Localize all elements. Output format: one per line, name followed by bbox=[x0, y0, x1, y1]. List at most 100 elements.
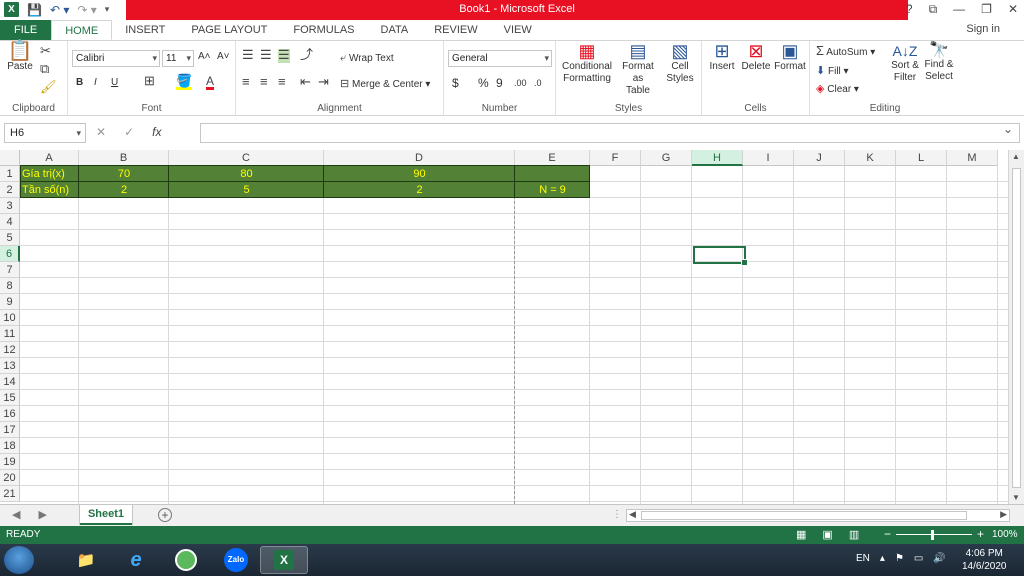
column-header-k[interactable]: K bbox=[845, 150, 896, 166]
row-header-20[interactable]: 20 bbox=[0, 470, 20, 486]
column-header-h[interactable]: H bbox=[692, 150, 743, 166]
underline-button[interactable]: U bbox=[111, 77, 118, 89]
grow-font-button[interactable]: A˄ bbox=[198, 51, 211, 63]
column-header-l[interactable]: L bbox=[896, 150, 947, 166]
scroll-left-icon[interactable]: ◀ bbox=[629, 509, 636, 520]
scroll-right-icon[interactable]: ▶ bbox=[1000, 509, 1007, 520]
taskbar-clock[interactable]: 4:06 PM 14/6/2020 bbox=[962, 547, 1007, 573]
row-header-19[interactable]: 19 bbox=[0, 454, 20, 470]
align-left-icon[interactable]: ≡ bbox=[242, 75, 250, 90]
zoom-knob[interactable] bbox=[931, 530, 934, 540]
column-header-f[interactable]: F bbox=[590, 150, 641, 166]
increase-decimal-button[interactable]: .00 bbox=[514, 77, 527, 89]
insert-function-button[interactable]: fx bbox=[152, 125, 161, 139]
format-as-table-button[interactable]: ▤ Format as Table bbox=[616, 42, 660, 97]
autosum-button[interactable]: Σ AutoSum ▾ bbox=[816, 44, 875, 59]
cell-e2[interactable]: N = 9 bbox=[517, 182, 588, 198]
help-button[interactable]: ? bbox=[906, 2, 913, 17]
row-header-9[interactable]: 9 bbox=[0, 294, 20, 310]
conditional-formatting-button[interactable]: ▦ Conditional Formatting bbox=[560, 42, 614, 85]
cell-d2[interactable]: 2 bbox=[326, 182, 513, 198]
row-header-15[interactable]: 15 bbox=[0, 390, 20, 406]
format-painter-icon[interactable]: 🖌 bbox=[40, 80, 57, 95]
scroll-up-icon[interactable]: ▲ bbox=[1012, 152, 1020, 161]
row-header-18[interactable]: 18 bbox=[0, 438, 20, 454]
action-center-flag-icon[interactable]: ⚑ bbox=[895, 553, 904, 564]
percent-button[interactable]: % bbox=[478, 77, 489, 89]
find-select-button[interactable]: 🔭 Find & Select bbox=[922, 43, 956, 83]
scroll-down-icon[interactable]: ▼ bbox=[1012, 493, 1020, 502]
vertical-scrollbar[interactable]: ▲ ▼ bbox=[1008, 150, 1024, 504]
column-header-m[interactable]: M bbox=[947, 150, 998, 166]
row-header-7[interactable]: 7 bbox=[0, 262, 20, 278]
bold-button[interactable]: B bbox=[76, 77, 83, 89]
format-cells-button[interactable]: ▣ Format bbox=[774, 42, 806, 73]
borders-icon[interactable]: ⊞ bbox=[144, 74, 155, 89]
orientation-icon[interactable]: ⤴ bbox=[300, 48, 313, 63]
font-name-select[interactable]: Calibri bbox=[72, 50, 160, 67]
cell-c1[interactable]: 80 bbox=[171, 166, 322, 182]
cancel-icon[interactable]: ✕ bbox=[96, 125, 106, 139]
row-header-16[interactable]: 16 bbox=[0, 406, 20, 422]
clear-button[interactable]: ◈ Clear ▾ bbox=[816, 83, 859, 96]
formula-input[interactable] bbox=[200, 122, 1020, 143]
volume-icon[interactable]: 🔊 bbox=[933, 553, 945, 564]
row-header-13[interactable]: 13 bbox=[0, 358, 20, 374]
row-header-21[interactable]: 21 bbox=[0, 486, 20, 502]
insert-cells-button[interactable]: ⊞ Insert bbox=[706, 42, 738, 73]
fill-color-icon[interactable]: 🪣 bbox=[176, 74, 193, 90]
font-color-icon[interactable]: A bbox=[206, 75, 215, 90]
row-header-3[interactable]: 3 bbox=[0, 198, 20, 214]
language-indicator[interactable]: EN bbox=[856, 553, 870, 564]
zalo-app-icon[interactable]: Zalo bbox=[212, 546, 260, 574]
restore-button[interactable]: ❐ bbox=[981, 2, 992, 17]
minimize-button[interactable]: — bbox=[953, 2, 965, 17]
wrap-text-button[interactable]: ⤶ Wrap Text bbox=[340, 52, 394, 65]
name-box[interactable]: H6 bbox=[4, 123, 86, 143]
column-header-i[interactable]: I bbox=[743, 150, 794, 166]
select-all-corner[interactable] bbox=[0, 150, 20, 166]
page-layout-view-icon[interactable]: ▣ bbox=[822, 528, 832, 541]
font-size-select[interactable]: 11 bbox=[162, 50, 194, 67]
merge-center-button[interactable]: ⊟ Merge & Center ▾ bbox=[340, 78, 430, 91]
redo-icon[interactable]: ↷ ▾ bbox=[77, 3, 96, 17]
cut-icon[interactable]: ✂ bbox=[40, 44, 51, 59]
row-header-10[interactable]: 10 bbox=[0, 310, 20, 326]
close-button[interactable]: ✕ bbox=[1008, 2, 1018, 17]
next-sheet-icon[interactable]: ▶ bbox=[38, 508, 46, 521]
row-header-12[interactable]: 12 bbox=[0, 342, 20, 358]
tab-page-layout[interactable]: PAGE LAYOUT bbox=[178, 20, 280, 40]
column-header-e[interactable]: E bbox=[515, 150, 590, 166]
middle-align-icon[interactable]: ☰ bbox=[260, 48, 272, 63]
row-header-6[interactable]: 6 bbox=[0, 246, 20, 262]
file-explorer-icon[interactable]: 📁 bbox=[62, 546, 110, 574]
increase-indent-icon[interactable]: ⇥ bbox=[318, 75, 329, 90]
vertical-scroll-thumb[interactable] bbox=[1012, 168, 1021, 488]
column-header-c[interactable]: C bbox=[169, 150, 324, 166]
decrease-decimal-button[interactable]: .0 bbox=[534, 77, 542, 89]
tab-formulas[interactable]: FORMULAS bbox=[280, 20, 367, 40]
row-header-17[interactable]: 17 bbox=[0, 422, 20, 438]
column-header-j[interactable]: J bbox=[794, 150, 845, 166]
italic-button[interactable]: I bbox=[94, 77, 97, 89]
sheet-tab-sheet1[interactable]: Sheet1 bbox=[80, 505, 132, 525]
shrink-font-button[interactable]: A˅ bbox=[217, 51, 230, 63]
cell-styles-button[interactable]: ▧ Cell Styles bbox=[662, 42, 698, 85]
copy-icon[interactable]: ⧉ bbox=[40, 62, 49, 77]
start-button-icon[interactable] bbox=[4, 546, 34, 574]
zoom-level[interactable]: 100% bbox=[992, 529, 1018, 540]
customize-qat-icon[interactable]: ▾ bbox=[105, 4, 110, 15]
bottom-align-icon[interactable]: ☰ bbox=[278, 48, 290, 63]
row-header-11[interactable]: 11 bbox=[0, 326, 20, 342]
excel-taskbar-icon[interactable]: X bbox=[260, 546, 308, 574]
row-header-2[interactable]: 2 bbox=[0, 182, 20, 198]
enter-icon[interactable]: ✓ bbox=[124, 125, 134, 139]
tab-data[interactable]: DATA bbox=[368, 20, 422, 40]
sign-in-link[interactable]: Sign in bbox=[966, 23, 1000, 35]
delete-cells-button[interactable]: ⊠ Delete bbox=[740, 42, 772, 73]
row-header-8[interactable]: 8 bbox=[0, 278, 20, 294]
tab-split-handle-icon[interactable]: ⋮ bbox=[612, 509, 622, 520]
prev-sheet-icon[interactable]: ◀ bbox=[12, 508, 20, 521]
tab-insert[interactable]: INSERT bbox=[112, 20, 178, 40]
currency-button[interactable]: $ bbox=[452, 77, 459, 89]
